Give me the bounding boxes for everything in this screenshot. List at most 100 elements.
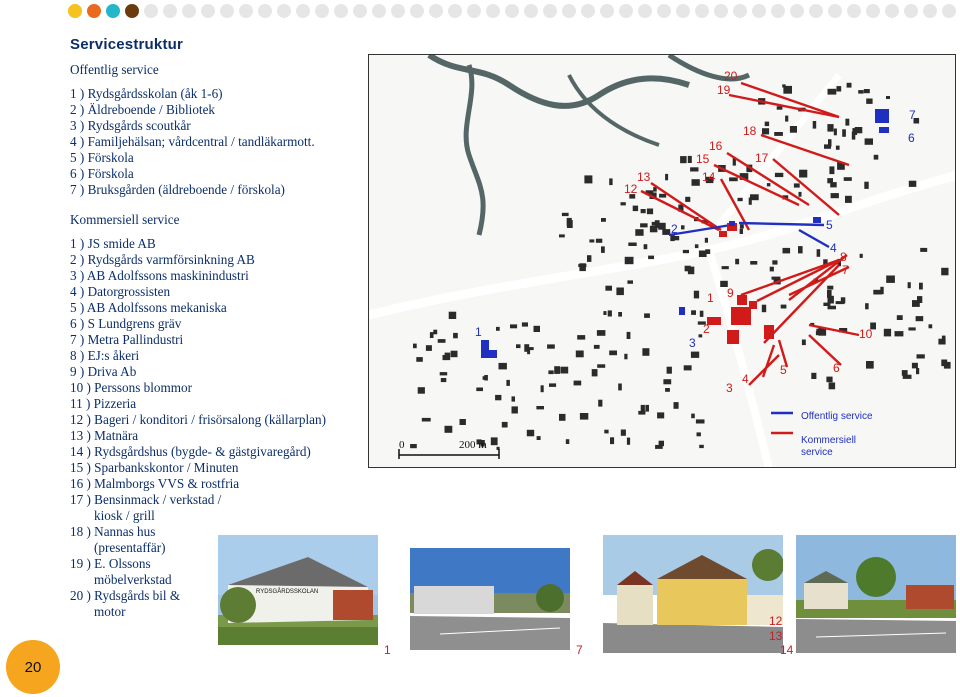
map-building xyxy=(704,237,708,243)
map-building xyxy=(609,178,613,186)
page-dots xyxy=(68,4,960,18)
dot-grey-icon xyxy=(828,4,842,18)
dot-grey-icon xyxy=(448,4,462,18)
map-label-commercial: 3 xyxy=(726,381,733,395)
map-building xyxy=(598,399,603,407)
map-building xyxy=(628,242,637,246)
map-building xyxy=(626,437,631,445)
dot-brown-icon xyxy=(125,4,139,18)
map-building xyxy=(603,311,607,315)
map-building xyxy=(605,285,612,291)
map-label-public: 3 xyxy=(689,336,696,350)
map-building xyxy=(920,247,928,252)
map-building xyxy=(854,127,863,134)
map-building xyxy=(673,402,679,409)
map-building xyxy=(640,404,645,412)
list-item: 17 ) Bensinmack / verkstad / xyxy=(70,492,222,507)
photo-school: RYDSGÅRDSSKOLAN xyxy=(218,535,378,645)
list-item: 8 ) EJ:s åkeri xyxy=(70,348,140,363)
map-building xyxy=(659,224,663,228)
map-building xyxy=(573,380,582,386)
map-building xyxy=(618,383,622,391)
map-building xyxy=(721,266,729,270)
map-building xyxy=(433,329,438,335)
list-item: 5 ) AB Adolfssons mekaniska xyxy=(70,300,227,315)
map-building xyxy=(830,182,837,188)
list-item: 1 ) JS smide AB xyxy=(70,236,156,251)
map-building xyxy=(506,379,510,386)
yellow-house xyxy=(657,579,747,625)
map-building xyxy=(901,370,908,376)
map-building xyxy=(604,429,609,434)
map-building xyxy=(789,126,797,133)
photo-caption: 1 xyxy=(384,643,391,657)
map-building xyxy=(687,266,695,275)
map-label-commercial: 14 xyxy=(702,170,716,184)
map-building xyxy=(785,115,789,122)
dot-grey-icon xyxy=(258,4,272,18)
map-building xyxy=(584,175,593,184)
map-building xyxy=(843,177,852,181)
list-item: 16 ) Malmborgs VVS & rostfria xyxy=(70,476,240,491)
map-building xyxy=(919,282,923,290)
list-item: 10 ) Perssons blommor xyxy=(70,380,192,395)
map-building xyxy=(799,169,808,178)
facility-commercial xyxy=(749,301,757,309)
house xyxy=(617,585,653,625)
public-service-list: Offentlig service 1 ) Rydsgårdsskolan (å… xyxy=(70,62,315,198)
map-building xyxy=(772,260,778,265)
list-item: 2 ) Rydsgårds varmförsinkning AB xyxy=(70,252,255,267)
map-label-commercial: 1 xyxy=(707,291,714,305)
map-building xyxy=(632,205,639,212)
dot-grey-icon xyxy=(942,4,956,18)
dot-grey-icon xyxy=(847,4,861,18)
map-building xyxy=(833,128,837,136)
map-building xyxy=(908,327,916,331)
map-building xyxy=(829,166,835,175)
map-building xyxy=(698,334,703,338)
map-building xyxy=(536,436,541,440)
map-building xyxy=(618,312,622,317)
dot-grey-icon xyxy=(524,4,538,18)
map-building xyxy=(699,444,704,449)
dot-grey-icon xyxy=(638,4,652,18)
map-building xyxy=(691,413,695,419)
map-building xyxy=(527,347,534,351)
map-building xyxy=(589,239,595,243)
map-label-commercial: 17 xyxy=(755,151,769,165)
map-building xyxy=(812,121,817,129)
dot-grey-icon xyxy=(277,4,291,18)
map-building xyxy=(864,181,869,189)
map-building xyxy=(521,322,528,327)
dot-grey-icon xyxy=(410,4,424,18)
map-building xyxy=(798,191,802,197)
map-building xyxy=(577,335,586,340)
map-building xyxy=(601,218,606,222)
map-building xyxy=(691,310,696,315)
map-building xyxy=(916,354,925,359)
dot-grey-icon xyxy=(809,4,823,18)
list-item: 7 ) Metra Pallindustri xyxy=(70,332,184,347)
map-building xyxy=(421,417,431,422)
dot-grey-icon xyxy=(904,4,918,18)
page-number: 20 xyxy=(6,640,60,694)
map-building xyxy=(595,238,603,243)
dot-grey-icon xyxy=(543,4,557,18)
map-building xyxy=(801,339,806,346)
list-item: 15 ) Sparbankskontor / Minuten xyxy=(70,460,239,475)
map-building xyxy=(448,311,457,319)
map-building xyxy=(811,372,817,379)
legend-commercial-label-2: service xyxy=(801,447,833,458)
dot-grey-icon xyxy=(353,4,367,18)
dot-grey-icon xyxy=(866,4,880,18)
map-building xyxy=(842,129,846,137)
list-item: 3 ) AB Adolfssons maskinindustri xyxy=(70,268,249,283)
dot-grey-icon xyxy=(714,4,728,18)
map-building xyxy=(938,338,946,345)
connector-commercial xyxy=(748,354,780,386)
map-building xyxy=(620,202,626,206)
map-building xyxy=(739,228,743,234)
map-building xyxy=(883,328,892,337)
photo-caption: 7 xyxy=(576,643,583,657)
photo-caption: 14 xyxy=(780,643,794,657)
